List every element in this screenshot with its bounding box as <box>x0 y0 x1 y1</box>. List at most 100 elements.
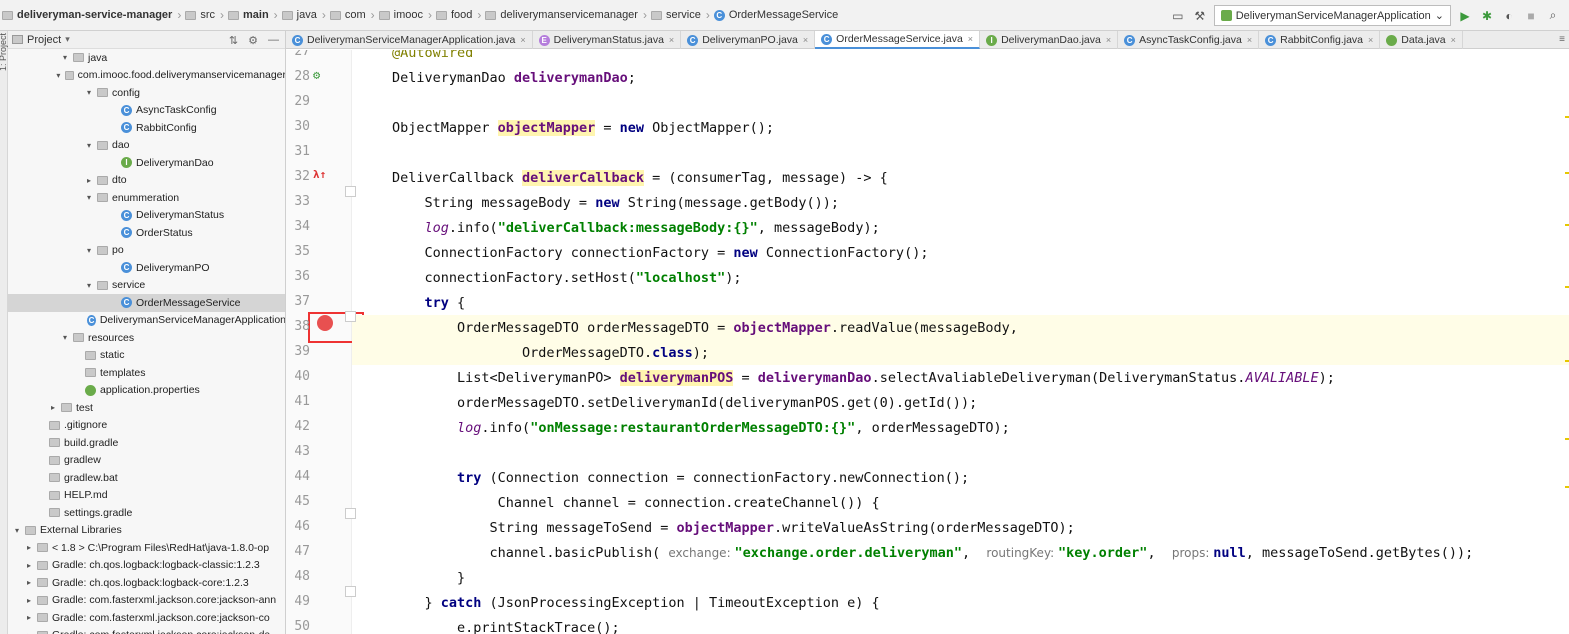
tree-item[interactable]: ▾ External Libraries <box>8 522 285 540</box>
code-line[interactable]: List<DeliverymanPO> deliverymanPOS = del… <box>352 365 1569 390</box>
chevron-right-icon[interactable]: ▸ <box>24 561 34 570</box>
tree-item[interactable]: ▾ enummeration <box>8 189 285 207</box>
tree-item[interactable]: ▸ test <box>8 399 285 417</box>
fold-marker-icon[interactable] <box>345 311 356 322</box>
code-line[interactable]: } catch (JsonProcessingException | Timeo… <box>352 590 1569 615</box>
search-icon[interactable]: ⌕ <box>1545 8 1561 24</box>
chevron-down-icon[interactable]: ▾ <box>84 193 94 202</box>
chevron-down-icon[interactable]: ▾ <box>84 88 94 97</box>
scrollbar-marker[interactable] <box>1565 486 1569 488</box>
tree-item[interactable]: ▸ < 1.8 > C:\Program Files\RedHat\java-1.… <box>8 539 285 557</box>
run-config-select[interactable]: DeliverymanServiceManagerApplication ⌄ <box>1213 5 1451 26</box>
tree-item[interactable]: templates <box>8 364 285 382</box>
tree-item[interactable]: ▾ config <box>8 84 285 102</box>
tree-item[interactable]: .gitignore <box>8 417 285 435</box>
chevron-right-icon[interactable]: ▸ <box>24 596 34 605</box>
scrollbar-marker[interactable] <box>1565 286 1569 288</box>
tree-item[interactable]: settings.gradle <box>8 504 285 522</box>
stop-icon[interactable]: ■ <box>1523 8 1539 24</box>
code-line[interactable]: try { <box>352 290 1569 315</box>
tree-item[interactable]: ▾ java <box>8 49 285 67</box>
tree-item[interactable]: gradlew <box>8 452 285 470</box>
code-line[interactable] <box>352 440 1569 465</box>
code-line[interactable] <box>352 90 1569 115</box>
code-line[interactable]: connectionFactory.setHost("localhost"); <box>352 265 1569 290</box>
code-line[interactable]: } <box>352 565 1569 590</box>
scrollbar-marker[interactable] <box>1565 116 1569 118</box>
code-line[interactable]: OrderMessageDTO orderMessageDTO = object… <box>352 315 1569 340</box>
editor-tab[interactable]: E DeliverymanStatus.java × <box>533 31 682 49</box>
breadcrumb-item[interactable]: deliverymanservicemanager <box>485 0 638 31</box>
code-editor[interactable]: ⚙ λ↑ 💡 27@Autowired28DeliverymanDao deli… <box>286 50 1569 634</box>
tree-item[interactable]: C DeliverymanStatus <box>8 207 285 225</box>
debug-icon[interactable]: ✱ <box>1479 8 1495 24</box>
tree-item[interactable]: application.properties <box>8 382 285 400</box>
chevron-down-icon[interactable]: ▾ <box>65 34 70 45</box>
chevron-down-icon[interactable]: ▾ <box>12 526 22 535</box>
tab-overflow-icon[interactable]: ≡ <box>1559 31 1565 49</box>
tree-item[interactable]: C OrderStatus <box>8 224 285 242</box>
tree-item[interactable]: HELP.md <box>8 487 285 505</box>
project-panel-title[interactable]: Project <box>27 34 61 46</box>
editor-tab[interactable]: C RabbitConfig.java × <box>1259 31 1381 49</box>
close-icon[interactable]: × <box>1247 35 1252 45</box>
chevron-down-icon[interactable]: ▾ <box>60 53 70 62</box>
editor-tab[interactable]: C OrderMessageService.java × <box>815 31 981 49</box>
tree-item[interactable]: C OrderMessageService <box>8 294 285 312</box>
tree-item[interactable]: ▾ po <box>8 242 285 260</box>
close-icon[interactable]: × <box>1451 35 1456 45</box>
tree-item[interactable]: ▾ service <box>8 277 285 295</box>
collapse-all-icon[interactable]: ⇅ <box>229 34 238 47</box>
chevron-right-icon[interactable]: ▸ <box>48 403 58 412</box>
breadcrumb-item[interactable]: main <box>227 0 269 31</box>
tree-item[interactable]: ▸ Gradle: ch.qos.logback:logback-core:1.2… <box>8 574 285 592</box>
breadcrumb-item[interactable]: deliveryman-service-manager <box>2 0 172 31</box>
tree-item[interactable]: ▸ Gradle: com.fasterxml.jackson.core:jack… <box>8 592 285 610</box>
tree-item[interactable]: ▾ resources <box>8 329 285 347</box>
chevron-down-icon[interactable]: ▾ <box>84 281 94 290</box>
chevron-down-icon[interactable]: ▾ <box>60 333 70 342</box>
editor-tab[interactable]: Data.java × <box>1380 31 1463 49</box>
layout-icon[interactable]: ▭ <box>1170 8 1186 24</box>
breadcrumb-item[interactable]: food <box>435 0 472 31</box>
tree-item[interactable]: C RabbitConfig <box>8 119 285 137</box>
breadcrumb-item[interactable]: service <box>650 0 701 31</box>
tree-item[interactable]: C AsyncTaskConfig <box>8 102 285 120</box>
run-icon[interactable]: ▶ <box>1457 8 1473 24</box>
code-line[interactable]: try (Connection connection = connectionF… <box>352 465 1569 490</box>
hammer-icon[interactable]: ⚒ <box>1192 8 1208 24</box>
code-line[interactable]: orderMessageDTO.setDeliverymanId(deliver… <box>352 390 1569 415</box>
code-line[interactable]: OrderMessageDTO.class); <box>352 340 1569 365</box>
breadcrumb-item[interactable]: imooc <box>378 0 423 31</box>
editor-tab[interactable]: C DeliverymanPO.java × <box>681 31 816 49</box>
tree-item[interactable]: I DeliverymanDao <box>8 154 285 172</box>
editor-tab[interactable]: I DeliverymanDao.java × <box>980 31 1119 49</box>
fold-marker-icon[interactable] <box>345 508 356 519</box>
tree-item[interactable]: gradlew.bat <box>8 469 285 487</box>
tree-item[interactable]: build.gradle <box>8 434 285 452</box>
code-line[interactable]: log.info("deliverCallback:messageBody:{}… <box>352 215 1569 240</box>
tree-item[interactable]: ▸ Gradle: ch.qos.logback:logback-classic:… <box>8 557 285 575</box>
code-line[interactable]: DeliverymanDao deliverymanDao; <box>352 65 1569 90</box>
editor-tab[interactable]: C AsyncTaskConfig.java × <box>1118 31 1260 49</box>
chevron-right-icon[interactable]: ▸ <box>84 176 94 185</box>
chevron-down-icon[interactable]: ▾ <box>84 141 94 150</box>
code-line[interactable]: Channel channel = connection.createChann… <box>352 490 1569 515</box>
tree-item[interactable]: C DeliverymanPO <box>8 259 285 277</box>
chevron-down-icon[interactable]: ▾ <box>55 71 62 80</box>
gear-icon[interactable]: ⚙ <box>248 34 258 47</box>
chevron-right-icon[interactable]: ▸ <box>24 578 34 587</box>
chevron-right-icon[interactable]: ▸ <box>24 613 34 622</box>
close-icon[interactable]: × <box>1106 35 1111 45</box>
code-line[interactable] <box>352 140 1569 165</box>
tree-item[interactable]: ▾ dao <box>8 137 285 155</box>
code-line[interactable]: DeliverCallback deliverCallback = (consu… <box>352 165 1569 190</box>
breadcrumb-item[interactable]: com <box>329 0 366 31</box>
code-line[interactable]: ConnectionFactory connectionFactory = ne… <box>352 240 1569 265</box>
scrollbar-marker[interactable] <box>1565 438 1569 440</box>
breadcrumb-item[interactable]: C OrderMessageService <box>713 0 838 31</box>
editor-tab[interactable]: C DeliverymanServiceManagerApplication.ja… <box>286 31 533 49</box>
coverage-icon[interactable]: ◐ <box>1501 8 1517 24</box>
fold-marker-icon[interactable] <box>345 586 356 597</box>
scrollbar-marker[interactable] <box>1565 172 1569 174</box>
